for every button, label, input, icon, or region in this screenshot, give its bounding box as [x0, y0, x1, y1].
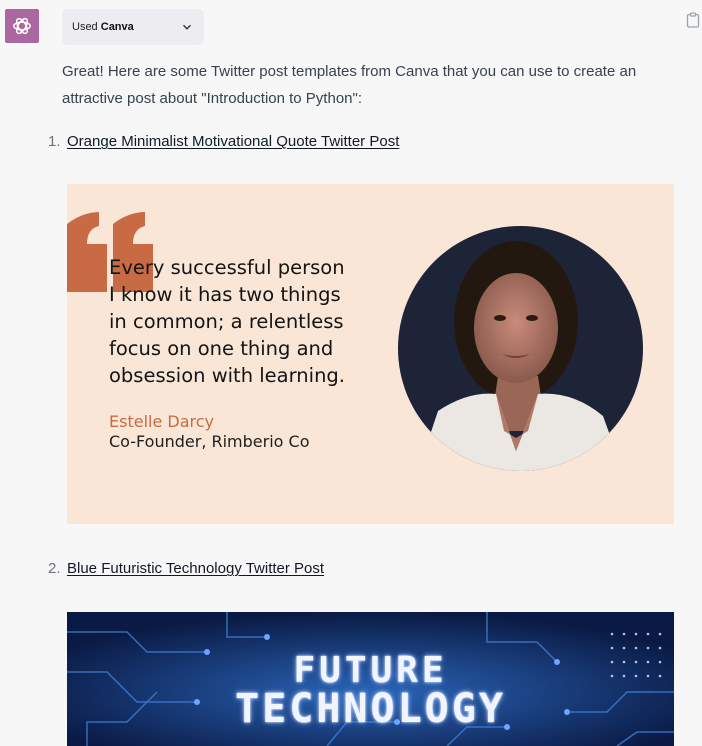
list-item: 1. Orange Minimalist Motivational Quote T… — [48, 132, 399, 152]
assistant-message-intro: Great! Here are some Twitter post templa… — [62, 63, 637, 107]
plugin-used-dropdown[interactable]: Used Canva — [62, 9, 204, 45]
quote-line: I know it has two things — [109, 283, 341, 306]
template-preview-orange-quote[interactable]: Every successful person I know it has tw… — [67, 184, 674, 524]
portrait-photo — [398, 226, 643, 471]
template-headline-line1: FUTURE — [293, 650, 448, 691]
quote-text: Every successful person I know it has tw… — [109, 254, 394, 389]
clipboard-icon[interactable] — [686, 12, 700, 28]
list-item: 2. Blue Futuristic Technology Twitter Pos… — [48, 559, 324, 579]
list-number: 2. — [48, 560, 61, 577]
plugin-name: Canva — [100, 21, 134, 33]
chevron-down-icon — [183, 24, 191, 30]
quote-line: Every successful person — [109, 256, 345, 279]
template-link-orange-quote[interactable]: Orange Minimalist Motivational Quote Twi… — [67, 133, 399, 150]
list-number: 1. — [48, 133, 61, 150]
assistant-avatar — [5, 9, 39, 43]
template-headline-line2: TECHNOLOGY — [235, 686, 506, 732]
quote-line: in common; a relentless — [109, 310, 344, 333]
quote-line: obsession with learning. — [109, 364, 346, 387]
template-preview-blue-tech[interactable]: FUTURE TECHNOLOGY — [67, 612, 674, 746]
chatgpt-logo-icon — [13, 17, 31, 35]
template-link-blue-tech[interactable]: Blue Futuristic Technology Twitter Post — [67, 560, 324, 577]
plugin-used-label: Used — [72, 21, 98, 33]
quote-author-name: Estelle Darcy — [109, 412, 214, 431]
quote-author-role: Co-Founder, Rimberio Co — [109, 432, 310, 451]
quote-line: focus on one thing and — [109, 337, 334, 360]
